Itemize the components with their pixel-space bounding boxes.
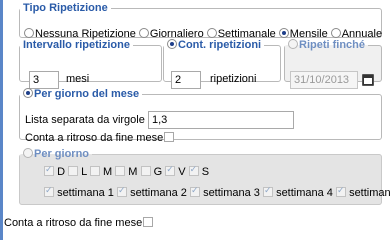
checkbox-icon — [117, 185, 127, 197]
interval-legend: Intervallo ripetizione — [23, 39, 130, 51]
comma-list-label: Lista separata da virgole — [25, 114, 145, 126]
checkbox-icon — [190, 185, 200, 197]
by-weekday-group: Per giorno D L M M G V S settimana 1 set… — [19, 148, 390, 205]
weekday-sunday[interactable]: D — [44, 164, 65, 178]
checkbox-icon — [44, 164, 54, 176]
checkbox-icon — [44, 185, 54, 197]
weekday-tuesday[interactable]: M — [89, 166, 112, 178]
calendar-icon[interactable] — [362, 74, 374, 86]
weekday-saturday[interactable]: S — [188, 164, 209, 178]
radio-icon — [288, 39, 298, 49]
interval-unit-label: mesi — [66, 73, 90, 85]
checkbox-icon — [68, 166, 79, 176]
interval-input[interactable] — [29, 71, 59, 89]
weekday-monday[interactable]: L — [68, 166, 87, 178]
by-month-day-legend[interactable]: Per giorno del mese — [20, 88, 142, 100]
by-month-day-group: Per giorno del mese Lista separata da vi… — [19, 88, 382, 144]
checkbox-icon — [336, 185, 346, 197]
radio-selected-icon — [167, 39, 177, 49]
week-1[interactable]: settimana 1 — [44, 185, 114, 199]
comma-list-input[interactable] — [148, 111, 294, 129]
radio-icon — [206, 28, 217, 38]
week-2[interactable]: settimana 2 — [117, 185, 187, 199]
radio-icon — [24, 28, 34, 38]
radio-selected-icon — [278, 28, 289, 38]
week-5[interactable]: settimana 5 — [336, 185, 390, 199]
weekday-countdown-label: Conta a ritroso da fine mese — [4, 217, 154, 229]
by-weekday-legend[interactable]: Per giorno — [20, 148, 92, 160]
radio-icon — [23, 148, 33, 158]
week-3[interactable]: settimana 3 — [190, 185, 260, 199]
checkbox-icon — [140, 166, 151, 176]
radio-icon — [330, 28, 341, 38]
month-day-countdown-checkbox[interactable] — [164, 132, 175, 142]
repeat-until-group: Ripeti finché — [284, 39, 382, 89]
repeat-type-group: Tipo Ripetizione Nessuna Ripetizione Gior… — [19, 2, 382, 40]
weekday-thursday[interactable]: G — [140, 166, 162, 178]
weekday-wednesday[interactable]: M — [115, 166, 137, 178]
repeat-until-legend[interactable]: Ripeti finché — [285, 39, 368, 51]
left-accent-bar — [0, 0, 3, 240]
week-4[interactable]: settimana 4 — [263, 185, 333, 199]
weekday-checkboxes: D L M M G V S — [44, 164, 209, 178]
month-day-countdown-label: Conta a ritroso da fine mese — [25, 132, 175, 144]
interval-group: Intervallo ripetizione mesi — [19, 39, 162, 89]
repeat-count-input[interactable] — [171, 71, 201, 89]
repeat-count-unit-label: ripetizioni — [210, 73, 257, 85]
weekday-countdown-checkbox[interactable] — [143, 217, 154, 227]
radio-icon — [138, 28, 149, 38]
checkbox-icon — [165, 164, 176, 176]
radio-selected-icon — [23, 88, 33, 98]
checkbox-icon — [263, 185, 273, 197]
checkbox-icon — [89, 166, 100, 176]
repeat-count-legend[interactable]: Cont. ripetizioni — [164, 39, 264, 51]
repeat-type-legend: Tipo Ripetizione — [23, 2, 108, 14]
repeat-until-date-input[interactable] — [290, 71, 358, 89]
checkbox-icon — [115, 166, 126, 176]
repeat-count-group: Cont. ripetizioni ripetizioni — [163, 39, 281, 89]
week-checkboxes: settimana 1 settimana 2 settimana 3 sett… — [44, 185, 390, 199]
weekday-friday[interactable]: V — [165, 164, 186, 178]
checkbox-icon — [188, 164, 199, 176]
